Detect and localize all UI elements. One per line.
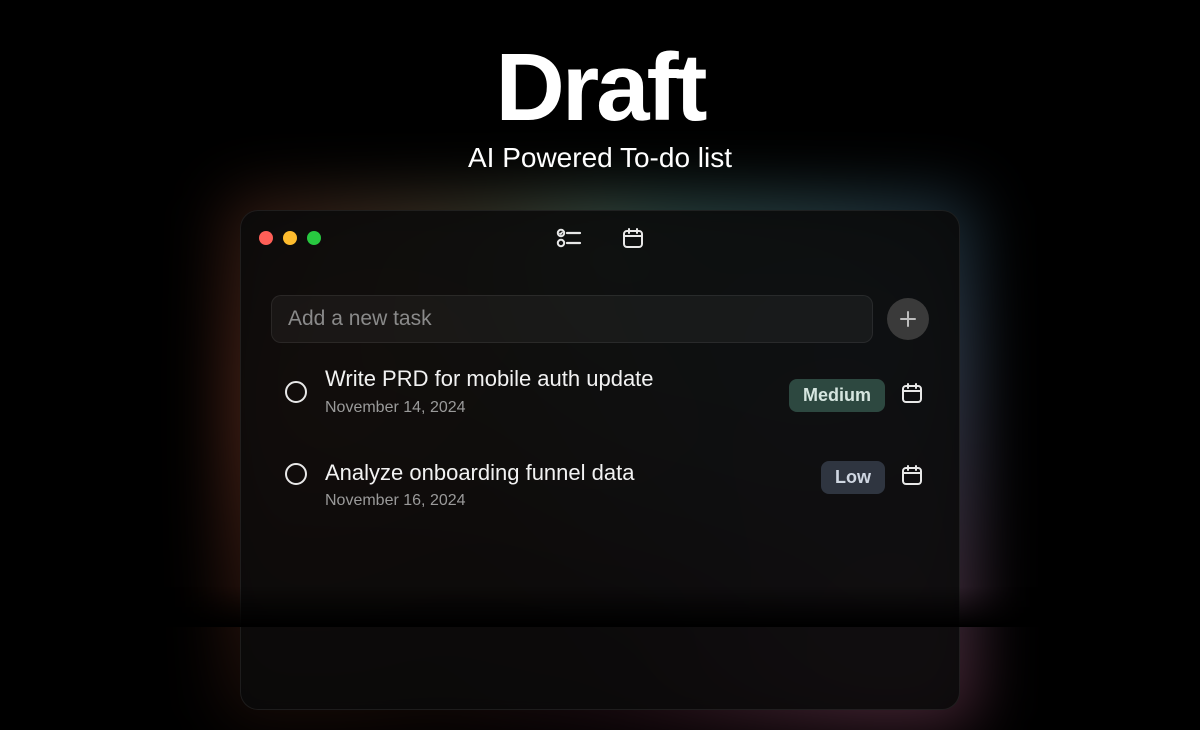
new-task-input[interactable] xyxy=(271,295,873,343)
app-title: Draft xyxy=(0,40,1200,136)
task-checkbox[interactable] xyxy=(285,381,307,403)
window-titlebar xyxy=(241,211,959,265)
calendar-icon[interactable] xyxy=(901,382,923,409)
calendar-view-icon[interactable] xyxy=(622,227,644,249)
list-view-icon[interactable] xyxy=(556,227,582,249)
app-window: Write PRD for mobile auth update Novembe… xyxy=(240,210,960,710)
task-row[interactable]: Analyze onboarding funnel data November … xyxy=(271,443,929,537)
hero: Draft AI Powered To-do list xyxy=(0,40,1200,174)
maximize-window-button[interactable] xyxy=(307,231,321,245)
add-task-button[interactable] xyxy=(887,298,929,340)
priority-badge[interactable]: Low xyxy=(821,461,885,494)
calendar-icon[interactable] xyxy=(901,464,923,491)
task-date: November 16, 2024 xyxy=(325,492,803,510)
task-title: Write PRD for mobile auth update xyxy=(325,365,771,393)
traffic-lights xyxy=(259,231,321,245)
plus-icon xyxy=(899,310,917,328)
task-checkbox[interactable] xyxy=(285,463,307,485)
task-row[interactable]: Write PRD for mobile auth update Novembe… xyxy=(271,361,929,443)
priority-badge[interactable]: Medium xyxy=(789,379,885,412)
close-window-button[interactable] xyxy=(259,231,273,245)
minimize-window-button[interactable] xyxy=(283,231,297,245)
task-title: Analyze onboarding funnel data xyxy=(325,459,803,487)
app-subtitle: AI Powered To-do list xyxy=(0,142,1200,174)
task-date: November 14, 2024 xyxy=(325,399,771,417)
